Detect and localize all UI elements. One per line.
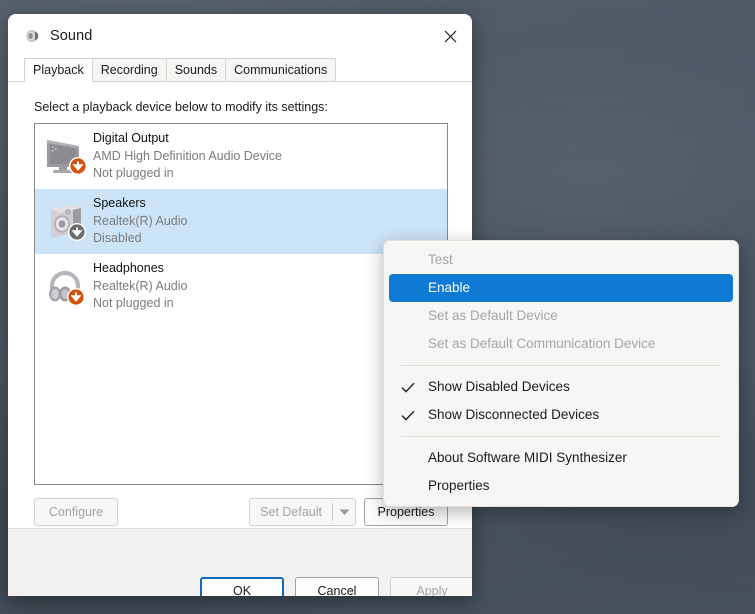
tab-playback[interactable]: Playback — [24, 58, 93, 82]
device-info-speakers: Speakers Realtek(R) Audio Disabled — [93, 195, 188, 248]
configure-button[interactable]: Configure — [34, 498, 118, 526]
configure-button-label: Configure — [48, 505, 104, 519]
cancel-button[interactable]: Cancel — [295, 577, 379, 596]
ok-button-label: OK — [232, 584, 252, 596]
device-name: Digital Output — [93, 130, 169, 145]
dialog-footer: OK Cancel Apply — [8, 529, 472, 596]
speaker-icon — [23, 27, 41, 45]
tab-sounds-label: Sounds — [174, 63, 218, 77]
device-status: Disabled — [93, 231, 142, 246]
headphones-icon — [39, 261, 93, 313]
device-status: Not plugged in — [93, 296, 174, 311]
menu-item-properties[interactable]: Properties — [384, 472, 738, 500]
title-bar: Sound — [8, 14, 472, 58]
menu-item-label: Show Disconnected Devices — [428, 407, 600, 422]
set-default-button-label: Set Default — [260, 505, 322, 519]
set-default-split-button[interactable]: Set Default — [249, 498, 356, 526]
tab-playback-label: Playback — [33, 63, 84, 77]
device-info-headphones: Headphones Realtek(R) Audio Not plugged … — [93, 260, 188, 313]
ok-button[interactable]: OK — [200, 577, 284, 596]
device-info-digital-output: Digital Output AMD High Definition Audio… — [93, 130, 282, 183]
apply-button-label: Apply — [416, 584, 448, 596]
device-row-digital-output[interactable]: Digital Output AMD High Definition Audio… — [35, 124, 447, 189]
properties-button-label: Properties — [377, 505, 435, 519]
menu-separator — [401, 365, 721, 366]
menu-item-show-disconnected-devices[interactable]: Show Disconnected Devices — [384, 401, 738, 429]
tab-strip: Playback Recording Sounds Communications — [8, 58, 472, 82]
set-default-button[interactable]: Set Default — [250, 499, 332, 525]
device-driver: AMD High Definition Audio Device — [93, 148, 282, 163]
menu-item-set-as-default-communication-device[interactable]: Set as Default Communication Device — [384, 330, 738, 358]
device-name: Headphones — [93, 260, 164, 275]
tab-communications[interactable]: Communications — [225, 58, 337, 82]
menu-item-label: Set as Default Communication Device — [428, 336, 656, 351]
menu-item-label: Properties — [428, 478, 490, 493]
device-name: Speakers — [93, 195, 146, 210]
menu-item-enable[interactable]: Enable — [389, 274, 733, 302]
menu-item-label: Set as Default Device — [428, 308, 558, 323]
cancel-button-label: Cancel — [317, 584, 357, 596]
tab-recording[interactable]: Recording — [91, 58, 167, 82]
tab-communications-label: Communications — [234, 63, 328, 77]
chevron-down-icon[interactable] — [333, 499, 355, 525]
tab-recording-label: Recording — [100, 63, 158, 77]
playback-hint-text: Select a playback device below to modify… — [34, 100, 328, 114]
menu-item-label: Enable — [428, 280, 471, 295]
menu-item-label: Test — [428, 252, 453, 267]
device-driver: Realtek(R) Audio — [93, 213, 188, 228]
menu-item-set-as-default-device[interactable]: Set as Default Device — [384, 302, 738, 330]
menu-item-test[interactable]: Test — [384, 246, 738, 274]
checkmark-icon — [401, 401, 415, 429]
window-title: Sound — [50, 28, 93, 44]
device-context-menu: Test Enable Set as Default Device Set as… — [383, 240, 739, 507]
apply-button[interactable]: Apply — [390, 577, 472, 596]
menu-separator — [401, 436, 721, 437]
checkmark-icon — [401, 373, 415, 401]
device-driver: Realtek(R) Audio — [93, 278, 188, 293]
menu-item-label: About Software MIDI Synthesizer — [428, 450, 627, 465]
tab-sounds[interactable]: Sounds — [165, 58, 227, 82]
speaker-box-icon — [39, 196, 93, 248]
menu-item-about-software-midi-synthesizer[interactable]: About Software MIDI Synthesizer — [384, 444, 738, 472]
menu-item-show-disabled-devices[interactable]: Show Disabled Devices — [384, 373, 738, 401]
close-icon — [444, 30, 457, 43]
monitor-icon — [39, 131, 93, 183]
device-status: Not plugged in — [93, 166, 174, 181]
menu-item-label: Show Disabled Devices — [428, 379, 570, 394]
close-button[interactable] — [428, 14, 472, 58]
